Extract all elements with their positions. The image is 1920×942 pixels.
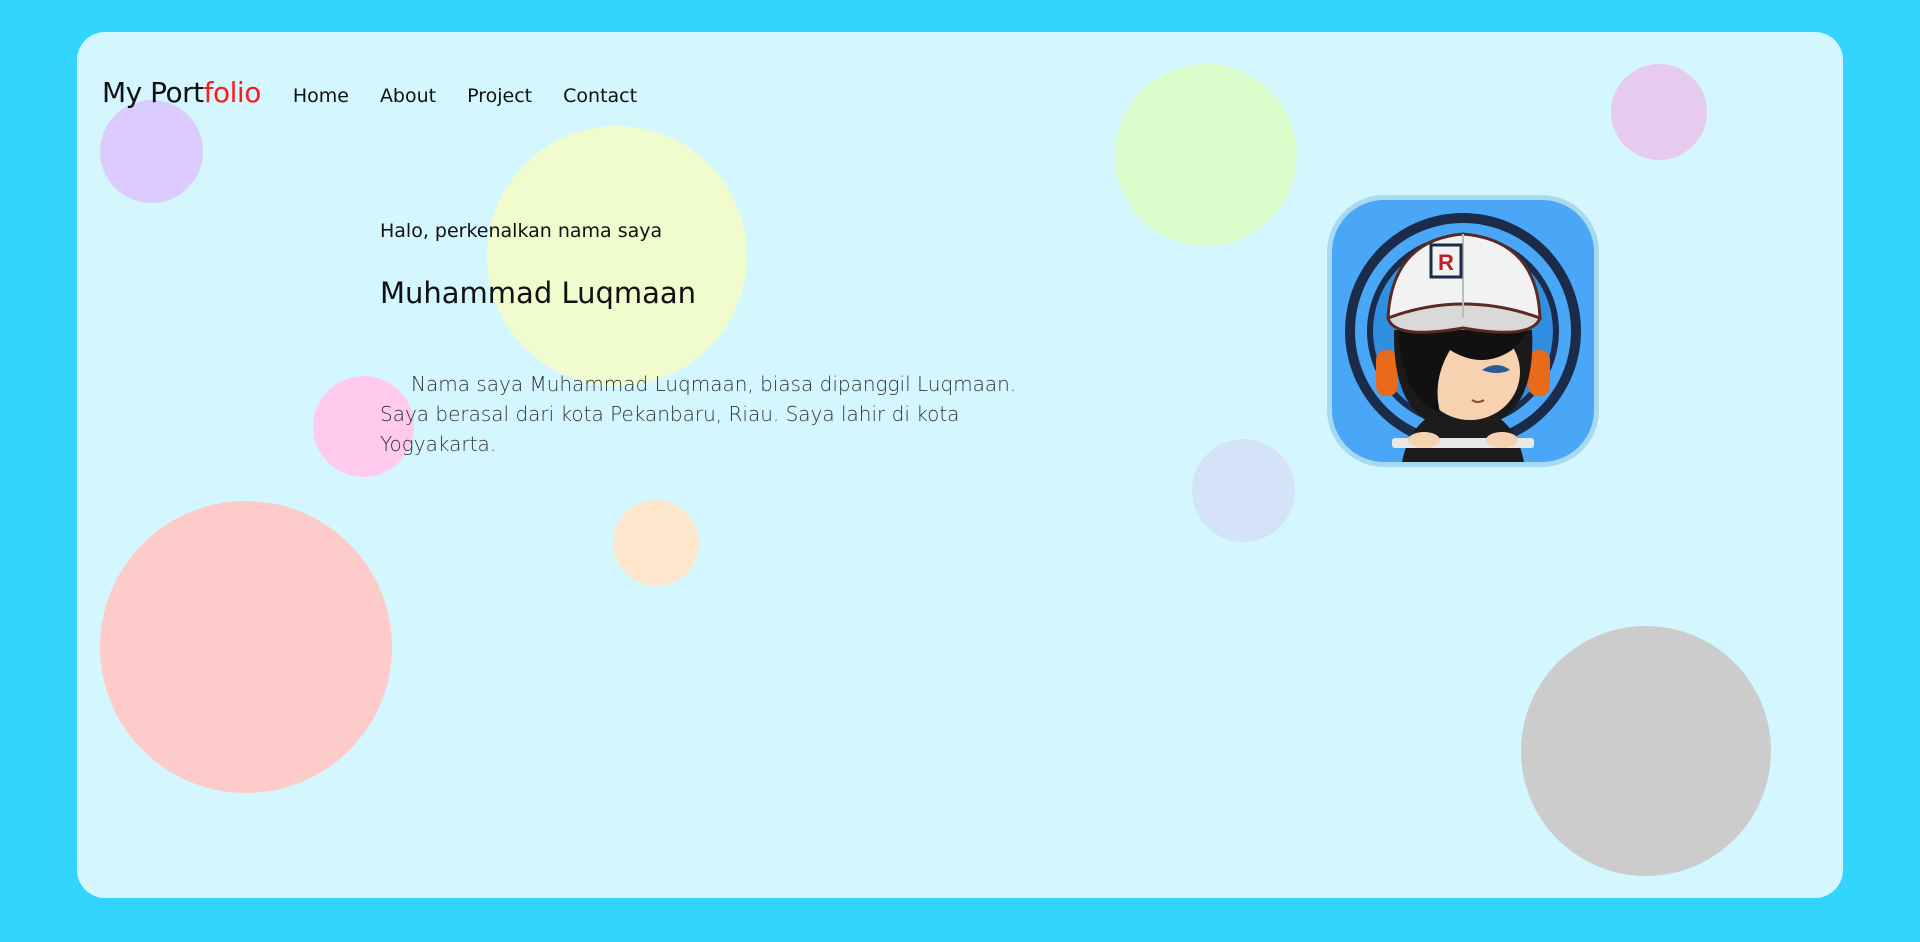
decorative-bubble-lilac: [1611, 64, 1707, 160]
nav-link-contact[interactable]: Contact: [563, 85, 637, 107]
nav-link-about[interactable]: About: [380, 85, 436, 107]
main-nav: My Portfolio Home About Project Contact: [102, 76, 668, 109]
cap-logo-letter: R: [1438, 250, 1454, 275]
decorative-bubble-gray: [1521, 626, 1771, 876]
hero-greeting: Halo, perkenalkan nama saya: [380, 220, 663, 242]
decorative-bubble-purple: [100, 100, 203, 203]
nav-link-project[interactable]: Project: [467, 85, 532, 107]
decorative-bubble-green: [1115, 64, 1297, 246]
decorative-bubble-peach: [613, 500, 699, 586]
avatar: R: [1332, 200, 1594, 462]
portfolio-card: My Portfolio Home About Project Contact …: [77, 32, 1843, 898]
decorative-bubble-yellow: [487, 126, 747, 386]
avatar-illustration: R: [1345, 213, 1581, 462]
hero-name: Muhammad Luqmaan: [380, 276, 697, 310]
decorative-bubble-red: [100, 501, 392, 793]
site-logo[interactable]: My Portfolio: [102, 76, 261, 109]
logo-text-main: My Port: [102, 76, 204, 109]
hero-bio: Nama saya Muhammad Luqmaan, biasa dipang…: [380, 372, 1017, 456]
decorative-bubble-blue: [1192, 439, 1295, 542]
logo-text-accent: folio: [203, 76, 262, 109]
nav-link-home[interactable]: Home: [293, 85, 349, 107]
